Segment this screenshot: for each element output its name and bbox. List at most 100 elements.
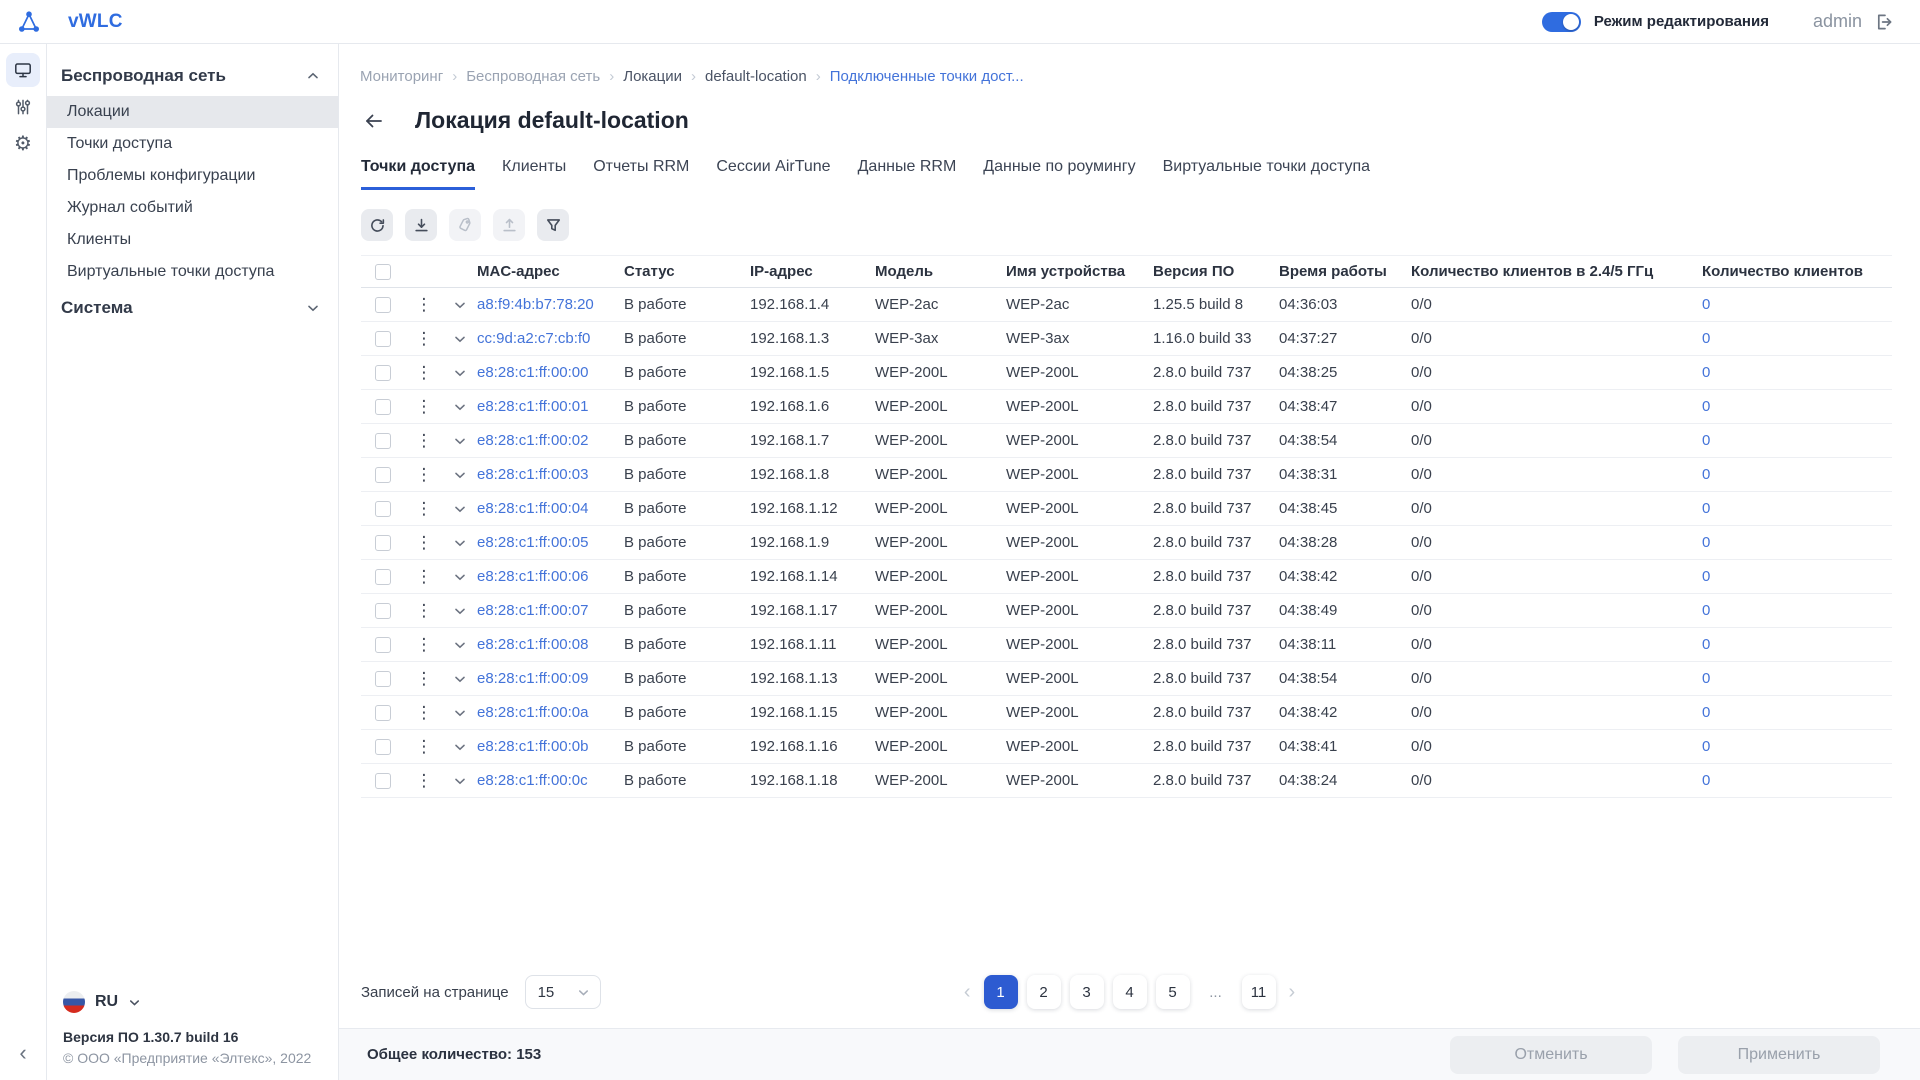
row-expand-chevron-icon[interactable] bbox=[443, 740, 477, 754]
rail-settings-gear-icon[interactable]: ⚙ bbox=[6, 127, 40, 161]
clients-total-link[interactable]: 0 bbox=[1702, 772, 1892, 789]
sidebar-section-system[interactable]: Система bbox=[47, 288, 338, 328]
tab[interactable]: Данные RRM bbox=[858, 158, 957, 190]
row-expand-chevron-icon[interactable] bbox=[443, 298, 477, 312]
breadcrumb-item[interactable]: Беспроводная сеть bbox=[466, 68, 600, 85]
sidebar-item[interactable]: Проблемы конфигурации bbox=[47, 160, 338, 192]
row-checkbox[interactable] bbox=[375, 399, 391, 415]
row-menu-kebab-icon[interactable]: ⋮ bbox=[405, 499, 443, 519]
clients-total-link[interactable]: 0 bbox=[1702, 296, 1892, 313]
row-menu-kebab-icon[interactable]: ⋮ bbox=[405, 737, 443, 757]
row-checkbox[interactable] bbox=[375, 773, 391, 789]
page-button[interactable]: 1 bbox=[984, 975, 1018, 1009]
row-checkbox[interactable] bbox=[375, 467, 391, 483]
row-expand-chevron-icon[interactable] bbox=[443, 604, 477, 618]
app-logo[interactable]: vWLC bbox=[17, 10, 123, 34]
breadcrumb-item[interactable]: Локации bbox=[623, 68, 682, 85]
sidebar-item[interactable]: Локации bbox=[47, 96, 338, 128]
row-checkbox[interactable] bbox=[375, 705, 391, 721]
language-selector[interactable]: RU bbox=[63, 991, 338, 1013]
row-expand-chevron-icon[interactable] bbox=[443, 366, 477, 380]
row-expand-chevron-icon[interactable] bbox=[443, 672, 477, 686]
row-expand-chevron-icon[interactable] bbox=[443, 638, 477, 652]
sidebar-item[interactable]: Точки доступа bbox=[47, 128, 338, 160]
breadcrumb-item[interactable]: Мониторинг bbox=[360, 68, 443, 85]
select-all-checkbox[interactable] bbox=[375, 264, 391, 280]
breadcrumb-item[interactable]: default-location bbox=[705, 68, 807, 85]
row-checkbox[interactable] bbox=[375, 331, 391, 347]
row-expand-chevron-icon[interactable] bbox=[443, 706, 477, 720]
row-menu-kebab-icon[interactable]: ⋮ bbox=[405, 363, 443, 383]
mac-address-link[interactable]: e8:28:c1:ff:00:0c bbox=[477, 772, 624, 789]
filter-button[interactable] bbox=[537, 209, 569, 241]
sidebar-collapse-icon[interactable]: ‹ bbox=[19, 1040, 26, 1066]
clients-total-link[interactable]: 0 bbox=[1702, 398, 1892, 415]
pager-next-icon[interactable]: › bbox=[1285, 981, 1300, 1004]
clients-total-link[interactable]: 0 bbox=[1702, 670, 1892, 687]
page-button[interactable]: 11 bbox=[1242, 975, 1276, 1009]
apply-button[interactable]: Применить bbox=[1678, 1036, 1880, 1074]
mac-address-link[interactable]: e8:28:c1:ff:00:0a bbox=[477, 704, 624, 721]
clients-total-link[interactable]: 0 bbox=[1702, 738, 1892, 755]
tab[interactable]: Сессии AirTune bbox=[716, 158, 830, 190]
mac-address-link[interactable]: e8:28:c1:ff:00:06 bbox=[477, 568, 624, 585]
clients-total-link[interactable]: 0 bbox=[1702, 534, 1892, 551]
download-button[interactable] bbox=[405, 209, 437, 241]
page-button[interactable]: 3 bbox=[1070, 975, 1104, 1009]
mac-address-link[interactable]: cc:9d:a2:c7:cb:f0 bbox=[477, 330, 624, 347]
row-menu-kebab-icon[interactable]: ⋮ bbox=[405, 295, 443, 315]
row-expand-chevron-icon[interactable] bbox=[443, 774, 477, 788]
upload-button[interactable] bbox=[493, 209, 525, 241]
refresh-button[interactable] bbox=[361, 209, 393, 241]
clients-total-link[interactable]: 0 bbox=[1702, 466, 1892, 483]
row-expand-chevron-icon[interactable] bbox=[443, 570, 477, 584]
tab[interactable]: Клиенты bbox=[502, 158, 566, 190]
tab[interactable]: Виртуальные точки доступа bbox=[1163, 158, 1370, 190]
per-page-select[interactable]: 15 bbox=[525, 975, 601, 1009]
row-checkbox[interactable] bbox=[375, 671, 391, 687]
row-checkbox[interactable] bbox=[375, 637, 391, 653]
row-menu-kebab-icon[interactable]: ⋮ bbox=[405, 601, 443, 621]
row-menu-kebab-icon[interactable]: ⋮ bbox=[405, 431, 443, 451]
mac-address-link[interactable]: e8:28:c1:ff:00:08 bbox=[477, 636, 624, 653]
row-expand-chevron-icon[interactable] bbox=[443, 502, 477, 516]
tag-button[interactable] bbox=[449, 209, 481, 241]
row-expand-chevron-icon[interactable] bbox=[443, 468, 477, 482]
row-expand-chevron-icon[interactable] bbox=[443, 332, 477, 346]
pager-prev-icon[interactable]: ‹ bbox=[960, 981, 975, 1004]
sidebar-item[interactable]: Клиенты bbox=[47, 224, 338, 256]
mac-address-link[interactable]: e8:28:c1:ff:00:02 bbox=[477, 432, 624, 449]
page-button[interactable]: 2 bbox=[1027, 975, 1061, 1009]
page-button[interactable]: 5 bbox=[1156, 975, 1190, 1009]
clients-total-link[interactable]: 0 bbox=[1702, 704, 1892, 721]
row-checkbox[interactable] bbox=[375, 501, 391, 517]
clients-total-link[interactable]: 0 bbox=[1702, 568, 1892, 585]
row-menu-kebab-icon[interactable]: ⋮ bbox=[405, 669, 443, 689]
row-checkbox[interactable] bbox=[375, 297, 391, 313]
rail-configuration-sliders-icon[interactable] bbox=[6, 90, 40, 124]
back-arrow-icon[interactable] bbox=[363, 110, 385, 132]
row-checkbox[interactable] bbox=[375, 535, 391, 551]
row-expand-chevron-icon[interactable] bbox=[443, 400, 477, 414]
row-menu-kebab-icon[interactable]: ⋮ bbox=[405, 533, 443, 553]
tab[interactable]: Точки доступа bbox=[361, 158, 475, 190]
row-menu-kebab-icon[interactable]: ⋮ bbox=[405, 329, 443, 349]
row-checkbox[interactable] bbox=[375, 603, 391, 619]
row-menu-kebab-icon[interactable]: ⋮ bbox=[405, 771, 443, 791]
logout-icon[interactable] bbox=[1874, 12, 1894, 32]
clients-total-link[interactable]: 0 bbox=[1702, 602, 1892, 619]
mac-address-link[interactable]: e8:28:c1:ff:00:07 bbox=[477, 602, 624, 619]
clients-total-link[interactable]: 0 bbox=[1702, 500, 1892, 517]
clients-total-link[interactable]: 0 bbox=[1702, 364, 1892, 381]
edit-mode-toggle[interactable] bbox=[1542, 12, 1581, 32]
row-menu-kebab-icon[interactable]: ⋮ bbox=[405, 635, 443, 655]
row-menu-kebab-icon[interactable]: ⋮ bbox=[405, 703, 443, 723]
clients-total-link[interactable]: 0 bbox=[1702, 330, 1892, 347]
page-button[interactable]: 4 bbox=[1113, 975, 1147, 1009]
tab[interactable]: Данные по роумингу bbox=[983, 158, 1135, 190]
mac-address-link[interactable]: e8:28:c1:ff:00:04 bbox=[477, 500, 624, 517]
breadcrumb-item[interactable]: Подключенные точки дост... bbox=[830, 68, 1024, 85]
cancel-button[interactable]: Отменить bbox=[1450, 1036, 1652, 1074]
mac-address-link[interactable]: e8:28:c1:ff:00:00 bbox=[477, 364, 624, 381]
row-checkbox[interactable] bbox=[375, 569, 391, 585]
